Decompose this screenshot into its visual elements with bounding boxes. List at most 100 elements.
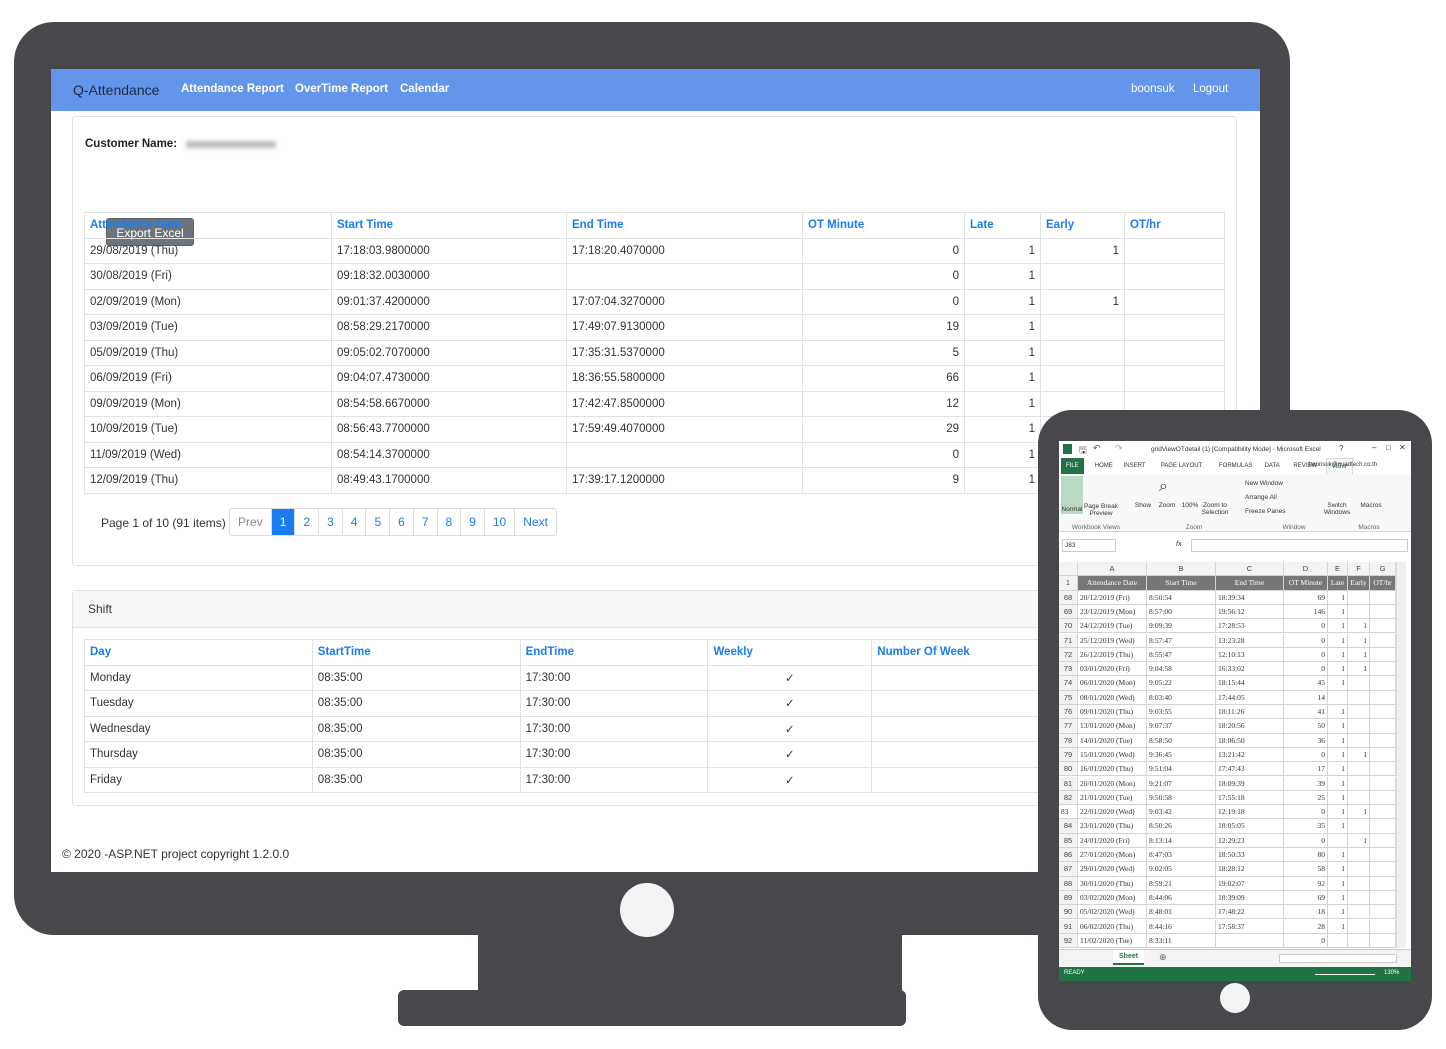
ribbon-tab-page-layout[interactable]: PAGE LAYOUT [1156,458,1207,474]
nav-user[interactable]: boonsuk [1131,83,1174,95]
row-number[interactable]: 80 [1059,762,1078,777]
column-header[interactable]: Attendance Date [84,212,332,239]
excel-cell: 19:56:12 [1216,604,1284,620]
table-cell: 08:35:00 [311,690,521,717]
row-number[interactable]: 73 [1059,662,1078,677]
excel-cell: 20/12/2019 (Fri) [1078,590,1147,605]
row-number[interactable]: 81 [1059,776,1078,791]
nav-overtime-report[interactable]: OverTime Report [295,83,388,95]
column-letter[interactable]: D [1284,562,1328,577]
table-row: 02/09/2019 (Mon) 09:01:37.4200000 17:07:04… [84,288,1225,315]
ribbon-tab-data[interactable]: DATA [1260,458,1285,474]
ribbon-tab-file[interactable]: FILE [1061,458,1084,474]
row-number[interactable]: 74 [1059,676,1078,691]
ribbon-tab-home[interactable]: HOME [1090,458,1118,474]
sheet-tab[interactable]: Sheet [1113,950,1145,965]
minimize-icon[interactable]: – [1372,443,1376,452]
save-icon[interactable]: 🖫 [1079,443,1087,459]
row-number[interactable]: 69 [1059,604,1078,620]
zoom-button[interactable]: Zoom [1155,502,1179,509]
nav-calendar[interactable]: Calendar [400,83,449,95]
column-header[interactable]: Day [84,639,313,666]
row-number[interactable]: 92 [1059,933,1078,949]
normal-view-button[interactable]: Normal [1061,476,1083,514]
ribbon-tab-insert[interactable]: INSERT [1119,458,1151,474]
row-number[interactable]: 88 [1059,876,1078,891]
row-number[interactable]: 75 [1059,690,1078,705]
brand-logo[interactable]: Q-Attendance [73,82,159,98]
page-link-1[interactable]: 1 [270,509,295,535]
row-number[interactable]: 86 [1059,848,1078,863]
table-cell: 08:54:14.3700000 [331,441,567,468]
column-header[interactable]: OT/hr [1124,212,1225,239]
show-button[interactable]: Show [1131,502,1155,509]
table-cell [1124,288,1225,315]
column-header[interactable]: Start Time [331,212,567,239]
row-number[interactable]: 87 [1059,862,1078,877]
help-icon[interactable]: ? [1339,444,1343,453]
nav-logout[interactable]: Logout [1193,83,1228,95]
page-link-8[interactable]: 8 [436,509,461,535]
switch-windows-button[interactable]: Switch Windows [1321,502,1353,516]
column-letter[interactable]: C [1216,562,1284,577]
column-letter[interactable]: B [1147,562,1216,577]
column-letter[interactable]: E [1328,562,1348,577]
row-number[interactable]: 78 [1059,733,1078,748]
page-link-2[interactable]: 2 [294,509,318,535]
column-header[interactable]: OT Minute [802,212,965,239]
row-number[interactable]: 83 [1059,805,1078,820]
column-header[interactable]: StartTime [311,639,521,666]
column-header[interactable]: Late [964,212,1041,239]
nav-attendance-report[interactable]: Attendance Report [181,83,284,95]
page-link-4[interactable]: 4 [341,509,366,535]
row-number[interactable]: 85 [1059,833,1078,848]
name-box[interactable]: J83 [1062,539,1116,552]
page-link-7[interactable]: 7 [412,509,437,535]
row-number[interactable]: 71 [1059,633,1078,648]
vertical-scrollbar[interactable] [1396,562,1406,948]
row-number[interactable]: 77 [1059,719,1078,734]
zoom-slider[interactable] [1315,974,1375,975]
macros-button[interactable]: Macros [1357,502,1385,509]
column-letter[interactable]: G [1370,562,1396,577]
undo-icon[interactable]: ↶ [1093,443,1101,454]
close-icon[interactable]: ✕ [1399,443,1406,452]
account-name[interactable]: boonsuk@quadtech.co.th [1309,462,1377,468]
row-number[interactable]: 84 [1059,819,1078,834]
column-header[interactable]: Weekly [707,639,873,666]
page-link-prev[interactable]: Prev [230,509,271,535]
row-number[interactable]: 89 [1059,890,1078,906]
page-link-5[interactable]: 5 [365,509,389,535]
column-header[interactable]: Early [1040,212,1125,239]
row-number[interactable]: 79 [1059,747,1078,763]
add-sheet-icon[interactable]: ⊕ [1159,952,1167,963]
page-link-9[interactable]: 9 [460,509,484,535]
column-letter[interactable]: F [1348,562,1370,577]
row-number[interactable]: 72 [1059,647,1078,663]
row-number[interactable]: 68 [1059,590,1078,605]
freeze-panes-button[interactable]: Freeze Panes [1245,508,1285,515]
row-number[interactable]: 91 [1059,919,1078,934]
formula-bar-input[interactable] [1191,539,1408,552]
row-number[interactable]: 70 [1059,619,1078,634]
ribbon-tab-formulas[interactable]: FORMULAS [1214,458,1257,474]
column-letter[interactable]: A [1078,562,1147,577]
page-link-next[interactable]: Next [514,509,556,535]
new-window-button[interactable]: New Window [1245,480,1283,487]
zoom-to-selection-button[interactable]: Zoom to Selection [1201,502,1229,516]
arrange-all-button[interactable]: Arrange All [1245,494,1277,501]
column-header[interactable]: EndTime [519,639,709,666]
column-header[interactable]: End Time [566,212,803,239]
row-number[interactable]: 82 [1059,790,1078,806]
row-number[interactable]: 1 [1059,576,1078,591]
page-link-10[interactable]: 10 [483,509,514,535]
zoom-100-button[interactable]: 100% [1179,502,1201,509]
page-break-preview-button[interactable]: Page Break Preview [1084,503,1118,517]
page-link-3[interactable]: 3 [318,509,342,535]
row-number[interactable]: 76 [1059,705,1078,720]
horizontal-scrollbar[interactable] [1279,954,1397,963]
page-link-6[interactable]: 6 [389,509,413,535]
row-number[interactable]: 90 [1059,905,1078,920]
maximize-icon[interactable]: □ [1386,443,1391,452]
redo-icon[interactable]: ↷ [1115,443,1123,454]
